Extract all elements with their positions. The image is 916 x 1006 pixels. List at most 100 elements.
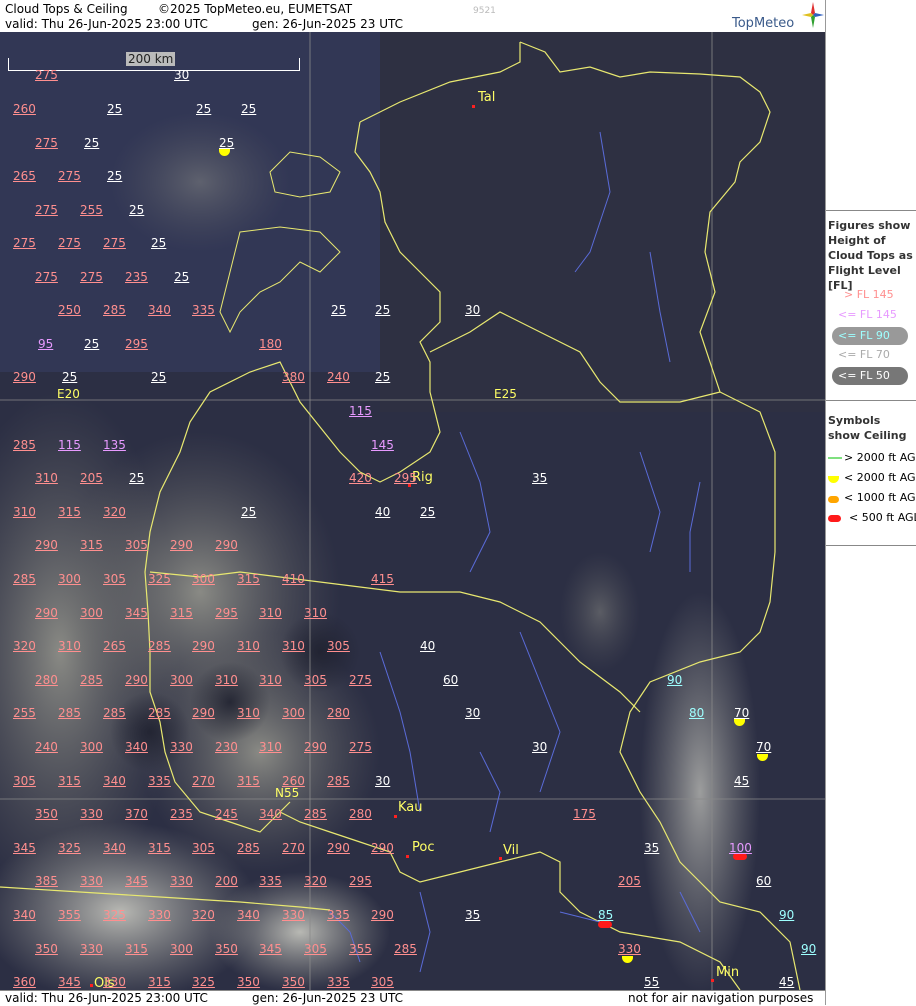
cloud-top-label: 330 [170, 740, 193, 754]
cloud-top-label: 300 [170, 673, 193, 687]
cloud-top-label: 345 [259, 942, 282, 956]
cloud-top-label: 415 [371, 572, 394, 586]
grid-label-e20: E20 [57, 387, 80, 401]
cloud-top-label: 260 [282, 774, 305, 788]
cloud-top-label: 270 [192, 774, 215, 788]
cloud-top-label: 245 [215, 807, 238, 821]
cloud-top-label: 300 [80, 606, 103, 620]
cloud-top-label: 385 [35, 874, 58, 888]
topmeteo-logo: TopMeteo [728, 2, 824, 32]
cloud-top-label: 305 [103, 572, 126, 586]
cloud-top-label: 305 [304, 942, 327, 956]
cloud-top-label: 35 [644, 841, 660, 855]
cloud-top-label: 35 [465, 908, 481, 922]
cloud-top-label: 90 [667, 673, 683, 687]
cloud-top-label: 310 [259, 673, 282, 687]
cloud-top-label: 250 [58, 303, 81, 317]
cloud-top-label: 340 [103, 774, 126, 788]
cloud-top-label: 330 [103, 975, 126, 989]
cloud-top-label: 275 [349, 673, 372, 687]
cloud-top-label: 310 [237, 706, 260, 720]
cloud-top-label: 275 [80, 270, 103, 284]
city-marker-kau [394, 815, 397, 818]
cloud-top-label: 275 [35, 270, 58, 284]
cloud-top-label: 175 [573, 807, 596, 821]
cloud-top-label: 350 [35, 807, 58, 821]
cloud-top-label: 70 [756, 740, 772, 754]
compass-star-icon [802, 2, 824, 28]
cloud-top-label: 275 [35, 68, 58, 82]
cloud-top-label: 310 [35, 471, 58, 485]
legend-item-fl-145: <= FL 145 [838, 308, 897, 321]
cloud-top-label: 25 [174, 270, 190, 284]
satellite-map[interactable]: 200 km E20 E25 N55 Tal Rig Kau Poc Vil M… [0, 32, 825, 990]
cloud-top-label: 290 [215, 538, 238, 552]
cloud-top-label: 330 [170, 874, 193, 888]
cloud-top-label: 35 [532, 471, 548, 485]
cloud-top-label: 255 [80, 203, 103, 217]
cloud-top-label: 330 [80, 874, 103, 888]
cloud-top-label: 145 [371, 438, 394, 452]
cloud-top-label: 95 [38, 337, 54, 351]
logo-text: TopMeteo [732, 16, 795, 31]
cloud-top-label: 45 [779, 975, 795, 989]
cloud-top-label: 90 [779, 908, 795, 922]
ceiling-below-500-icon [828, 515, 841, 522]
cloud-top-label: 285 [394, 942, 417, 956]
image-code: 9521 [473, 6, 496, 16]
cloud-top-label: 115 [58, 438, 81, 452]
cloud-top-label: 315 [170, 606, 193, 620]
cloud-top-label: 290 [192, 706, 215, 720]
legend-symbols-title: Symbols show Ceiling [828, 414, 907, 442]
cloud-top-label: 295 [349, 874, 372, 888]
cloud-top-label: 310 [304, 606, 327, 620]
legend-symbol-below-500: < 500 ft AGL [849, 511, 916, 524]
legend-symbol-below-2000: < 2000 ft AGL [844, 471, 916, 484]
cloud-top-label: 300 [170, 942, 193, 956]
map-footer: valid: Thu 26-Jun-2025 23:00 UTC gen: 26… [0, 990, 825, 1006]
cloud-top-label: 340 [103, 841, 126, 855]
ceiling-above-2000-line-icon [828, 457, 842, 459]
cloud-top-label: 285 [237, 841, 260, 855]
cloud-top-label: 275 [103, 236, 126, 250]
cloud-top-label: 335 [259, 874, 282, 888]
legend-item-fl-90: <= FL 90 [838, 329, 890, 342]
cloud-top-label: 410 [282, 572, 305, 586]
cloud-top-label: 40 [375, 505, 391, 519]
cloud-top-label: 235 [125, 270, 148, 284]
cloud-top-label: 25 [107, 102, 123, 116]
cloud-top-label: 25 [375, 370, 391, 384]
cloud-top-label: 325 [58, 841, 81, 855]
cloud-top-label: 290 [35, 606, 58, 620]
footer-valid-time: valid: Thu 26-Jun-2025 23:00 UTC [5, 991, 208, 1005]
cloud-top-label: 300 [58, 572, 81, 586]
cloud-top-label: 30 [465, 303, 481, 317]
cloud-top-label: 40 [420, 639, 436, 653]
scale-label: 200 km [126, 52, 176, 66]
cloud-top-label: 25 [331, 303, 347, 317]
cloud-top-label: 300 [80, 740, 103, 754]
ceiling-symbol-below-500 [598, 921, 612, 928]
cloud-top-label: 25 [84, 337, 100, 351]
cloud-top-label: 290 [13, 370, 36, 384]
cloud-top-label: 25 [107, 169, 123, 183]
cloud-top-label: 135 [103, 438, 126, 452]
cloud-top-label: 315 [237, 572, 260, 586]
cloud-top-label: 280 [35, 673, 58, 687]
cloud-top-label: 380 [282, 370, 305, 384]
cloud-top-label: 345 [125, 874, 148, 888]
cloud-top-label: 240 [327, 370, 350, 384]
map-header: Cloud Tops & Ceiling ©2025 TopMeteo.eu, … [0, 0, 825, 32]
cloud-top-label: 290 [35, 538, 58, 552]
cloud-top-label: 310 [282, 639, 305, 653]
cloud-top-label: 270 [282, 841, 305, 855]
cloud-top-label: 265 [103, 639, 126, 653]
cloud-top-label: 280 [349, 807, 372, 821]
city-marker-min [711, 979, 714, 982]
cloud-top-label: 345 [13, 841, 36, 855]
valid-time: valid: Thu 26-Jun-2025 23:00 UTC [5, 17, 208, 31]
cloud-top-label: 30 [465, 706, 481, 720]
cloud-top-label: 340 [237, 908, 260, 922]
cloud-top-label: 25 [62, 370, 78, 384]
cloud-top-label: 330 [618, 942, 641, 956]
